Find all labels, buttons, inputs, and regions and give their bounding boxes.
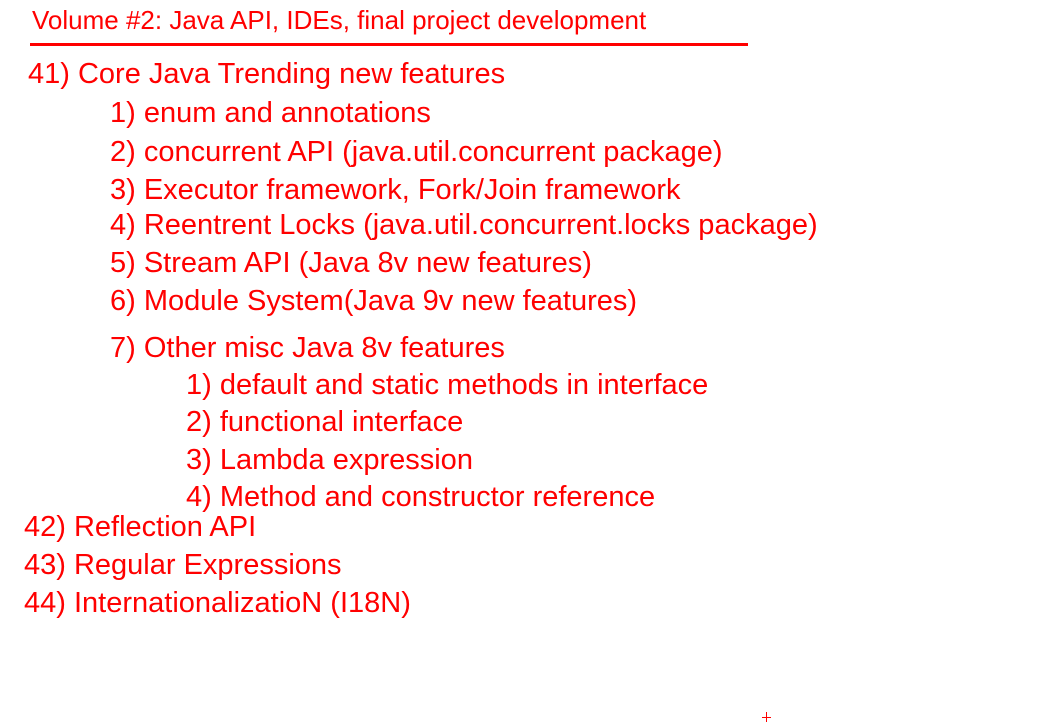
document-page: Volume #2: Java API, IDEs, final project…	[0, 0, 1056, 722]
subtopic-41-7-2: 2) functional interface	[186, 406, 464, 438]
topic-41: 41) Core Java Trending new features	[28, 58, 506, 90]
subtopic-41-2: 2) concurrent API (java.util.concurrent …	[110, 136, 723, 168]
topic-43: 43) Regular Expressions	[24, 549, 342, 581]
cursor-crosshair-icon	[762, 712, 771, 722]
subtopic-41-7: 7) Other misc Java 8v features	[110, 332, 505, 364]
subtopic-41-6: 6) Module System(Java 9v new features)	[110, 285, 638, 317]
subtopic-41-7-3: 3) Lambda expression	[186, 444, 473, 476]
page-title: Volume #2: Java API, IDEs, final project…	[32, 5, 647, 35]
topic-42: 42) Reflection API	[24, 511, 257, 543]
subtopic-41-1: 1) enum and annotations	[110, 97, 431, 129]
title-underline	[30, 43, 748, 46]
subtopic-41-3: 3) Executor framework, Fork/Join framewo…	[110, 174, 681, 206]
subtopic-41-7-1: 1) default and static methods in interfa…	[186, 369, 709, 401]
topic-44: 44) InternationalizatioN (I18N)	[24, 587, 411, 619]
subtopic-41-4: 4) Reentrent Locks (java.util.concurrent…	[110, 209, 818, 241]
subtopic-41-5: 5) Stream API (Java 8v new features)	[110, 247, 592, 279]
subtopic-41-7-4: 4) Method and constructor reference	[186, 481, 656, 513]
